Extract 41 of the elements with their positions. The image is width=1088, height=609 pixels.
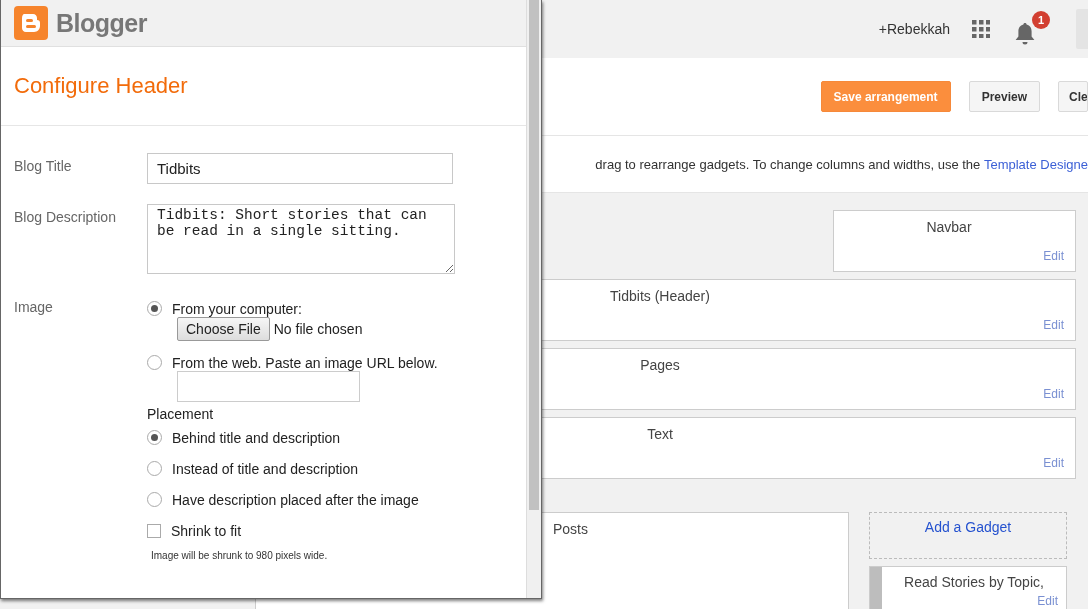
- radio-button[interactable]: [147, 461, 162, 476]
- field-label: Blog Title: [14, 157, 73, 176]
- radio-button[interactable]: [147, 301, 162, 316]
- radio-button[interactable]: [147, 430, 162, 445]
- gadget-title: Text: [647, 426, 673, 442]
- notifications-button[interactable]: 1: [1012, 11, 1050, 47]
- notification-count-badge: 1: [1032, 11, 1050, 29]
- option-label: Shrink to fit: [171, 522, 242, 539]
- gadget-panel[interactable]: Navbar Edit: [833, 210, 1076, 272]
- scrollbar-thumb[interactable]: [529, 0, 539, 510]
- gadget-title: Navbar: [926, 219, 972, 235]
- image-url-field[interactable]: [177, 371, 360, 402]
- field-label: Image: [14, 298, 54, 317]
- toolbar-button[interactable]: Cle: [1058, 81, 1088, 112]
- blog-description-field[interactable]: Tidbits: Short stories that can be read in a single sitting.: [147, 204, 455, 274]
- blogger-logo-icon: [14, 6, 48, 40]
- gadget-title: Pages: [640, 357, 680, 373]
- template-designer-link[interactable]: Template Designe: [983, 156, 1088, 172]
- checkbox[interactable]: [147, 523, 161, 538]
- blog-title-field[interactable]: Tidbits: [147, 153, 453, 184]
- choose-file-button[interactable]: Choose File: [177, 317, 270, 341]
- gadget-title: Posts: [553, 521, 588, 537]
- option-label: Have description placed after the image: [172, 491, 419, 508]
- drag-handle[interactable]: [870, 567, 882, 609]
- note-text: Image will be shrunk to 980 pixels wide.: [151, 550, 329, 561]
- radio-button[interactable]: [147, 492, 162, 507]
- file-status-text: No file chosen: [273, 321, 363, 337]
- scrollbar[interactable]: [526, 0, 541, 598]
- placement-heading: Placement: [147, 406, 215, 422]
- gadget-panel[interactable]: Read Stories by Topic, Edit: [869, 566, 1067, 609]
- add-gadget-link[interactable]: Add a Gadget: [869, 512, 1067, 559]
- brand-name: Blogger: [56, 8, 147, 38]
- toolbar-button[interactable]: Preview: [968, 81, 1040, 112]
- instructions-text: drag to rearrange gadgets. To change columns and widths, use the: [595, 156, 982, 172]
- bell-icon: [1014, 22, 1036, 46]
- gadget-title: Read Stories by Topic,: [903, 574, 1045, 590]
- apps-grid-icon[interactable]: [972, 20, 990, 38]
- radio-button[interactable]: [147, 355, 162, 370]
- user-name-link[interactable]: +Rebekkah: [878, 21, 950, 37]
- gadget-title: Tidbits (Header): [610, 288, 710, 304]
- field-label: Blog Description: [14, 208, 117, 227]
